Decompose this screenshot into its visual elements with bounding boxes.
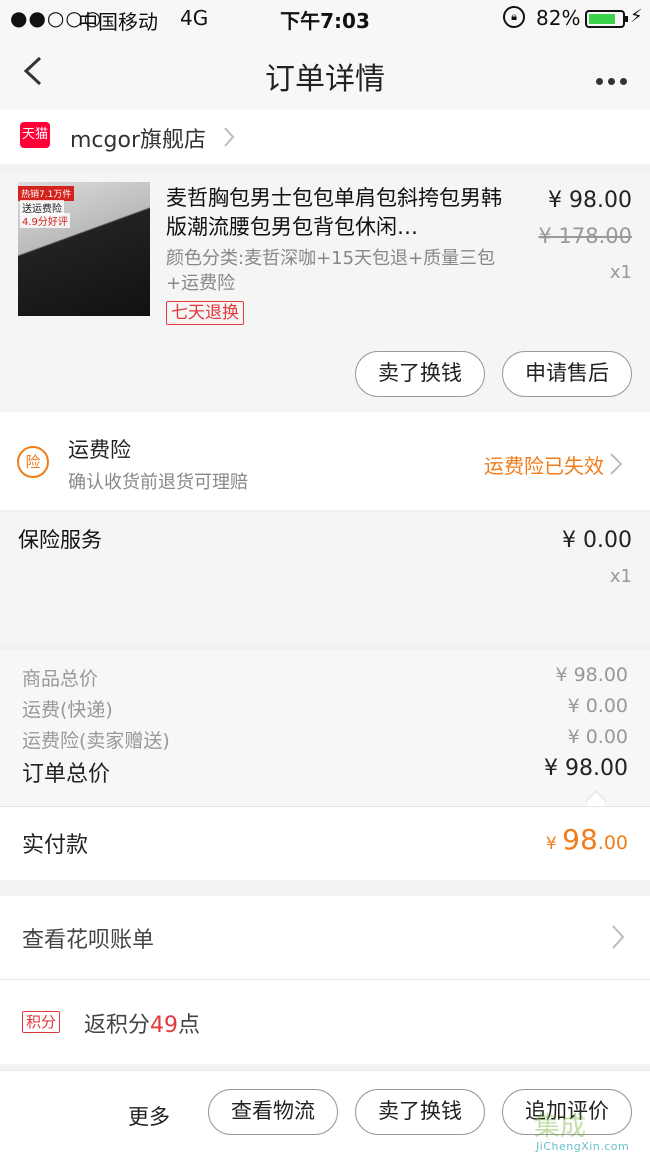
shipping-value: ¥ 0.00 xyxy=(567,695,628,717)
goods-total-label: 商品总价 xyxy=(22,668,99,690)
order-total-label: 订单总价 xyxy=(22,762,111,787)
watermark-logo: 集成 JiChengXin.com xyxy=(534,1106,650,1156)
points-prefix: 返积分 xyxy=(84,1013,151,1038)
shop-name[interactable]: mcgor旗舰店 xyxy=(70,122,206,154)
page-title: 订单详情 xyxy=(265,62,385,97)
shipping-label: 运费(快递) xyxy=(22,699,113,721)
chevron-right-icon xyxy=(224,127,235,147)
insurance-status: 运费险已失效 xyxy=(484,454,604,478)
order-item: 热销7.1万件 送运费险 4.9分好评 麦哲胸包男士包包单肩包斜挎包男韩版潮流腰… xyxy=(0,172,650,412)
product-qty: x1 xyxy=(609,262,632,283)
view-logistics-button[interactable]: 查看物流 xyxy=(208,1089,338,1135)
product-original-price: ¥ 178.00 xyxy=(538,224,632,248)
insurance-subtitle: 确认收货前退货可理赔 xyxy=(68,472,248,493)
huabei-bill-row[interactable]: 查看花呗账单 xyxy=(0,896,650,980)
points-suffix: 点 xyxy=(178,1013,201,1038)
service-price: ¥ 0.00 xyxy=(562,528,632,553)
insurance-service: 保险服务 ¥ 0.00 x1 xyxy=(0,512,650,642)
thumb-tag-sales: 热销7.1万件 xyxy=(18,186,75,201)
return-badge: 七天退换 xyxy=(166,301,244,325)
paid-currency: ¥ xyxy=(545,834,563,854)
battery-percent: 82% xyxy=(536,6,581,30)
shop-row[interactable]: 天猫 mcgor旗舰店 xyxy=(0,110,650,164)
order-total-value: ¥ 98.00 xyxy=(544,756,628,781)
paid-row: 实付款 ¥ 98.00 xyxy=(0,806,650,880)
insurance-title: 运费险 xyxy=(68,438,131,462)
product-price: ¥ 98.00 xyxy=(548,188,632,213)
battery-icon xyxy=(585,10,628,28)
nav-bar: 订单详情 xyxy=(0,36,650,110)
watermark-sub: JiChengXin.com xyxy=(536,1140,630,1153)
service-label: 保险服务 xyxy=(18,528,102,552)
product-title[interactable]: 麦哲胸包男士包包单肩包斜挎包男韩版潮流腰包男包背包休闲… xyxy=(166,184,506,242)
chevron-right-icon xyxy=(610,453,623,475)
tmall-icon: 天猫 xyxy=(20,122,50,148)
paid-integer: 98 xyxy=(562,823,598,856)
after-sale-button[interactable]: 申请售后 xyxy=(502,351,632,397)
goods-total-row: 商品总价 ¥ 98.00 xyxy=(22,664,628,691)
points-tag: 积分 xyxy=(22,1011,61,1033)
price-summary: 商品总价 ¥ 98.00 运费(快递) ¥ 0.00 运费险(卖家赠送) ¥ 0… xyxy=(0,650,650,814)
sell-button[interactable]: 卖了换钱 xyxy=(355,351,485,397)
freight-insurance-fee-value: ¥ 0.00 xyxy=(567,726,628,748)
battery-fill xyxy=(589,14,615,24)
more-icon[interactable] xyxy=(596,70,632,85)
insurance-icon: 险 xyxy=(17,446,49,478)
status-bar: ●●○○○ 中国移动 4G 下午7:03 🔒︎ 82% ⚡︎ xyxy=(0,0,650,36)
product-sku: 颜色分类:麦哲深咖+15天包退+质量三包+运费险 xyxy=(166,248,496,294)
freight-insurance-fee-label: 运费险(卖家赠送) xyxy=(22,730,170,752)
shipping-row: 运费(快递) ¥ 0.00 xyxy=(22,695,628,722)
paid-label: 实付款 xyxy=(22,833,89,858)
product-image[interactable]: 热销7.1万件 送运费险 4.9分好评 xyxy=(18,182,150,316)
rotation-lock-icon: 🔒︎ xyxy=(503,6,525,28)
paid-amount: ¥ 98.00 xyxy=(546,823,628,856)
paid-decimal: .00 xyxy=(597,832,628,854)
points-row: 积分 返积分49点 xyxy=(0,980,650,1064)
charging-icon: ⚡︎ xyxy=(630,6,643,27)
points-number: 49 xyxy=(150,1013,179,1038)
order-total-row: 订单总价 ¥ 98.00 xyxy=(22,756,628,788)
points-text: 返积分49点 xyxy=(84,1007,200,1039)
sell-button-bottom[interactable]: 卖了换钱 xyxy=(355,1089,485,1135)
watermark-main: 集成 xyxy=(534,1112,587,1142)
thumb-tag-rating: 4.9分好评 xyxy=(20,213,70,228)
goods-total-value: ¥ 98.00 xyxy=(555,664,628,686)
huabei-label: 查看花呗账单 xyxy=(22,928,155,953)
chevron-right-icon xyxy=(612,925,625,949)
service-qty: x1 xyxy=(609,566,632,587)
more-button[interactable]: 更多 xyxy=(128,1101,170,1131)
freight-insurance-fee-row: 运费险(卖家赠送) ¥ 0.00 xyxy=(22,726,628,753)
freight-insurance-row[interactable]: 险 运费险 确认收货前退货可理赔 运费险已失效 xyxy=(0,412,650,510)
